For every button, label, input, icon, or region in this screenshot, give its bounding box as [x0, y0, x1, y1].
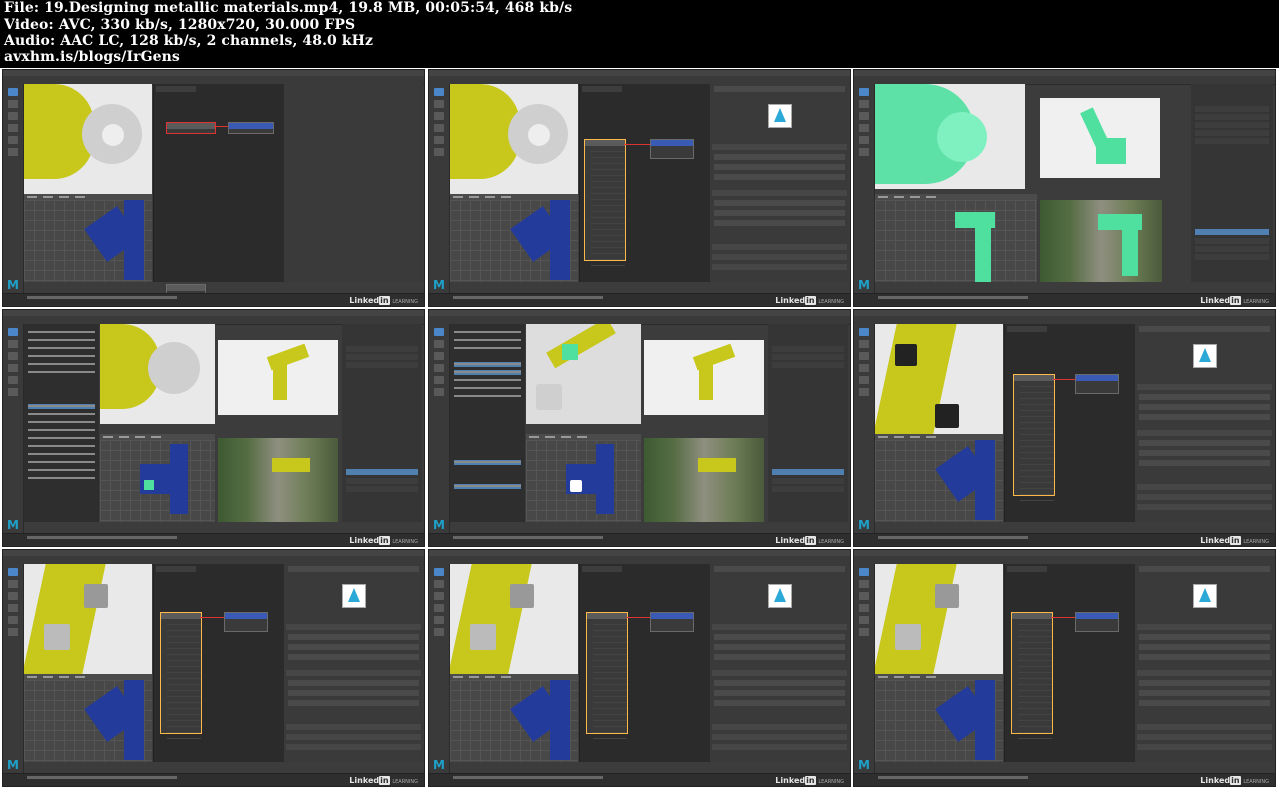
viewport-front[interactable] — [526, 434, 641, 522]
hypershade-graph[interactable] — [579, 84, 710, 282]
tool-box[interactable] — [429, 324, 450, 534]
file-info-line: File: 19.Designing metallic materials.mp… — [4, 0, 573, 16]
viewport-camera[interactable] — [1040, 98, 1160, 178]
property-editor[interactable] — [710, 564, 849, 762]
property-editor[interactable] — [284, 84, 423, 282]
viewport-render[interactable] — [1040, 200, 1162, 282]
video-info-line: Video: AVC, 330 kb/s, 1280x720, 30.000 F… — [4, 17, 356, 33]
maya-logo-icon: M — [433, 278, 445, 292]
maya-logo-icon: M — [858, 518, 870, 532]
maya-logo-icon: M — [858, 758, 870, 772]
linkedin-learning-watermark: Linkedin LEARNING — [775, 776, 844, 785]
maya-logo-icon: M — [433, 758, 445, 772]
linkedin-learning-watermark: Linkedin LEARNING — [349, 296, 418, 305]
maya-logo-icon: M — [7, 518, 19, 532]
thumbnail-1[interactable]: M Linkedin LEARNING — [2, 69, 425, 307]
hypershade-graph[interactable] — [579, 564, 710, 762]
thumbnail-5[interactable]: M Linkedin LEARNING — [428, 309, 851, 547]
viewport-camera[interactable] — [644, 340, 764, 415]
viewport-front[interactable] — [24, 674, 152, 762]
viewport-persp[interactable] — [24, 564, 152, 674]
viewport-persp[interactable] — [875, 84, 1025, 189]
viewport-persp[interactable] — [450, 564, 578, 674]
linkedin-learning-watermark: Linkedin LEARNING — [775, 536, 844, 545]
viewport-camera[interactable] — [218, 340, 338, 415]
thumbnail-4[interactable]: M Linkedin LEARNING — [2, 309, 425, 547]
maya-logo-icon: M — [433, 518, 445, 532]
viewport-persp[interactable] — [526, 324, 641, 424]
tool-box[interactable] — [429, 564, 450, 774]
viewport-front[interactable] — [24, 194, 152, 282]
viewport-persp[interactable] — [875, 324, 1003, 434]
channel-box[interactable] — [342, 324, 422, 522]
property-editor[interactable] — [710, 84, 849, 282]
thumbnail-6[interactable]: M Linkedin LEARNING — [853, 309, 1276, 547]
maya-logo-icon: M — [7, 758, 19, 772]
viewport-persp[interactable] — [450, 84, 578, 194]
outliner[interactable] — [450, 324, 525, 522]
linkedin-learning-watermark: Linkedin LEARNING — [349, 536, 418, 545]
tool-box[interactable] — [3, 564, 24, 774]
viewport-front[interactable] — [450, 194, 578, 282]
viewport-render[interactable] — [644, 438, 764, 522]
viewport-persp[interactable] — [24, 84, 152, 194]
thumbnail-7[interactable]: M Linkedin LEARNING — [2, 549, 425, 787]
tool-box[interactable] — [3, 324, 24, 534]
property-editor[interactable] — [1135, 564, 1274, 762]
audio-info-line: Audio: AAC LC, 128 kb/s, 2 channels, 48.… — [4, 33, 374, 49]
thumbnail-2[interactable]: M Linkedin LEARNING — [428, 69, 851, 307]
outliner[interactable] — [24, 324, 99, 522]
tool-box[interactable] — [3, 84, 24, 294]
tool-box[interactable] — [854, 564, 875, 774]
viewport-front[interactable] — [875, 674, 1003, 762]
thumbnail-8[interactable]: M Linkedin LEARNING — [428, 549, 851, 787]
viewport-front[interactable] — [450, 674, 578, 762]
thumbnail-9[interactable]: M Linkedin LEARNING — [853, 549, 1276, 787]
viewport-front[interactable] — [875, 194, 1037, 282]
tool-box[interactable] — [854, 324, 875, 534]
property-editor[interactable] — [284, 564, 423, 762]
viewport-front[interactable] — [875, 434, 1003, 522]
viewport-render[interactable] — [218, 438, 338, 522]
linkedin-learning-watermark: Linkedin LEARNING — [1200, 776, 1269, 785]
tool-box[interactable] — [429, 84, 450, 294]
channel-box[interactable] — [768, 324, 848, 522]
hypershade-graph[interactable] — [153, 564, 284, 762]
tool-box[interactable] — [854, 84, 875, 294]
linkedin-learning-watermark: Linkedin LEARNING — [1200, 296, 1269, 305]
linkedin-learning-watermark: Linkedin LEARNING — [775, 296, 844, 305]
maya-logo-icon: M — [7, 278, 19, 292]
channel-box[interactable] — [1191, 84, 1273, 282]
hypershade-graph[interactable] — [1004, 564, 1135, 762]
hypershade-graph[interactable] — [153, 84, 284, 294]
file-info-header: File: 19.Designing metallic materials.mp… — [0, 0, 1279, 68]
viewport-persp[interactable] — [100, 324, 215, 424]
thumbnail-3[interactable]: M Linkedin LEARNING — [853, 69, 1276, 307]
linkedin-learning-watermark: Linkedin LEARNING — [1200, 536, 1269, 545]
linkedin-learning-watermark: Linkedin LEARNING — [349, 776, 418, 785]
maya-logo-icon: M — [858, 278, 870, 292]
viewport-persp[interactable] — [875, 564, 1003, 674]
hypershade-graph[interactable] — [1004, 324, 1135, 522]
source-link-line: avxhm.is/blogs/IrGens — [4, 49, 180, 65]
property-editor[interactable] — [1135, 324, 1274, 522]
viewport-front[interactable] — [100, 434, 215, 522]
